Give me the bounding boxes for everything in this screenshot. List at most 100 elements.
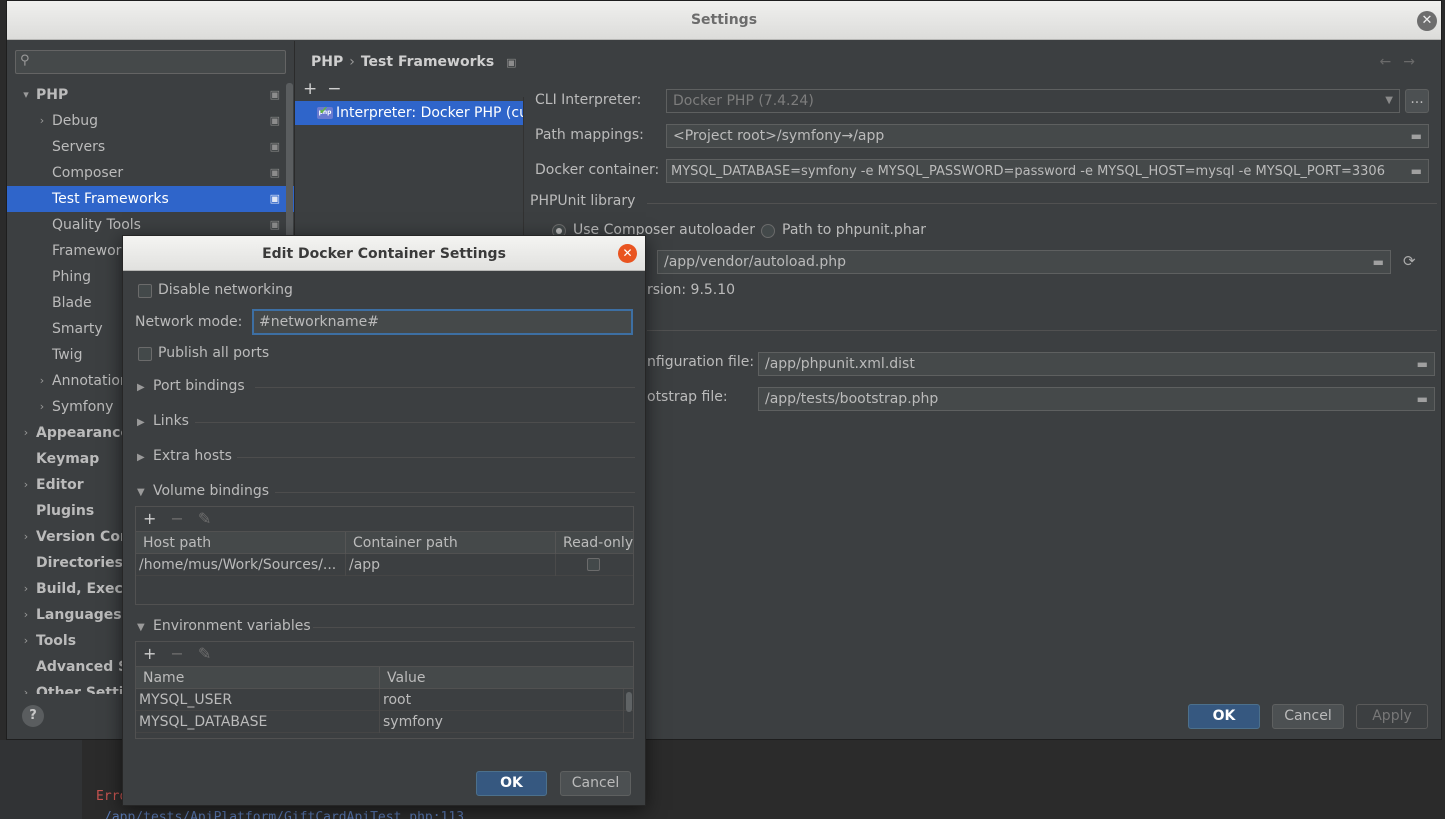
tree-item-label: Smarty [52, 321, 103, 337]
default-config-file-field[interactable]: /app/phpunit.xml.dist ▬ [758, 352, 1435, 376]
nav-arrows[interactable]: ←→ [1380, 54, 1427, 70]
autoloader-path-field[interactable]: /app/vendor/autoload.php ▬ [657, 250, 1391, 274]
remove-icon[interactable]: − [156, 509, 183, 528]
column-name[interactable]: Name [136, 667, 380, 689]
chevron-right-icon[interactable]: › [19, 576, 33, 602]
back-arrow-icon[interactable]: ← [1380, 54, 1404, 70]
table-row[interactable]: MYSQL_DATABASE symfony [136, 711, 633, 733]
chevron-right-icon[interactable]: › [19, 524, 33, 550]
path-to-phpunit-phar-radio[interactable] [761, 224, 775, 238]
path-to-phpunit-phar-label[interactable]: Path to phpunit.phar [782, 222, 926, 238]
chevron-right-icon[interactable]: › [35, 368, 49, 394]
tree-item-debug[interactable]: › Debug ▣ [7, 108, 294, 134]
ok-button[interactable]: OK [1188, 704, 1260, 729]
table-row[interactable]: /home/mus/Work/Sources/... /app [136, 554, 633, 576]
env-name-cell[interactable]: MYSQL_USER [136, 689, 380, 711]
error-file-link[interactable]: /app/tests/ApiPlatform/GiftCardApiTest.p… [104, 810, 464, 819]
settings-titlebar: Settings ✕ [7, 1, 1441, 40]
docker-container-field[interactable]: MYSQL_DATABASE=symfony -e MYSQL_PASSWORD… [666, 159, 1429, 183]
chevron-right-icon[interactable]: › [35, 108, 49, 134]
path-mappings-field[interactable]: <Project root>/symfony→/app ▬ [666, 124, 1429, 148]
host-path-cell[interactable]: /home/mus/Work/Sources/... [136, 554, 346, 576]
phpunit-library-title: PHPUnit library [530, 193, 636, 209]
folder-icon[interactable]: ▬ [1411, 160, 1422, 182]
table-row[interactable]: MYSQL_USER root [136, 689, 633, 711]
project-scope-icon: ▣ [506, 56, 517, 69]
tree-item-php[interactable]: ▾ PHP ▣ [7, 82, 294, 108]
cancel-button[interactable]: Cancel [1272, 704, 1344, 729]
project-scope-icon: ▣ [269, 140, 280, 153]
divider [275, 492, 635, 493]
cli-interpreter-browse-button[interactable]: ... [1405, 89, 1429, 113]
close-icon[interactable]: ✕ [1417, 11, 1437, 31]
apply-button[interactable]: Apply [1356, 704, 1428, 729]
forward-arrow-icon[interactable]: → [1403, 54, 1427, 70]
tree-item-label: PHP [36, 87, 69, 103]
tree-item-test-frameworks[interactable]: Test Frameworks ▣ [7, 186, 294, 212]
volume-bindings-toggle[interactable]: ▼ Volume bindings [137, 483, 269, 499]
cli-interpreter-select[interactable]: Docker PHP (7.4.24) ▼ [666, 89, 1400, 113]
chevron-right-icon[interactable]: › [19, 628, 33, 654]
env-table-scrollbar[interactable] [626, 692, 632, 712]
divider [255, 387, 635, 388]
interpreter-list-item[interactable]: php ✔ Interpreter: Docker PHP (current p… [295, 101, 523, 125]
divider [237, 457, 635, 458]
settings-search-input[interactable]: ⚲ [15, 50, 286, 74]
tree-item-label: Annotation [52, 373, 129, 389]
add-icon[interactable]: + [143, 509, 156, 528]
column-container-path[interactable]: Container path [346, 532, 556, 554]
tree-item-label: Directories [36, 555, 123, 571]
tree-item-label: Blade [52, 295, 92, 311]
editor-gutter [0, 740, 82, 819]
add-icon[interactable]: + [303, 79, 327, 99]
tree-item-composer[interactable]: Composer ▣ [7, 160, 294, 186]
remove-icon[interactable]: − [327, 79, 351, 99]
help-button[interactable]: ? [22, 705, 44, 727]
folder-icon[interactable]: ▬ [1417, 388, 1428, 410]
edit-icon[interactable]: ✎ [184, 509, 211, 528]
network-mode-input[interactable]: #networkname# [252, 309, 633, 335]
dialog-ok-button[interactable]: OK [476, 771, 547, 796]
extra-hosts-toggle[interactable]: ▶ Extra hosts [137, 448, 232, 464]
chevron-right-icon[interactable]: › [19, 602, 33, 628]
tree-item-servers[interactable]: Servers ▣ [7, 134, 294, 160]
disable-networking-label[interactable]: Disable networking [158, 282, 293, 298]
folder-icon[interactable]: ▬ [1373, 251, 1384, 273]
volume-table-toolbar: + − ✎ [136, 507, 633, 531]
env-value-cell[interactable]: symfony [380, 711, 624, 733]
add-icon[interactable]: + [143, 644, 156, 663]
chevron-right-icon[interactable]: › [19, 420, 33, 446]
refresh-icon[interactable]: ⟳ [1403, 252, 1416, 270]
tree-item-label: Appearance [36, 425, 130, 441]
folder-icon[interactable]: ▬ [1417, 353, 1428, 375]
checkmark-icon: ✔ [319, 104, 329, 117]
disable-networking-checkbox[interactable] [138, 284, 152, 298]
read-only-checkbox[interactable] [587, 558, 600, 571]
chevron-down-icon[interactable]: ▾ [19, 82, 33, 108]
environment-variables-toggle[interactable]: ▼ Environment variables [137, 618, 311, 634]
docker-container-label: Docker container: [535, 162, 660, 178]
links-toggle[interactable]: ▶ Links [137, 413, 189, 429]
column-host-path[interactable]: Host path [136, 532, 346, 554]
env-name-cell[interactable]: MYSQL_DATABASE [136, 711, 380, 733]
chevron-right-icon[interactable]: › [35, 394, 49, 420]
port-bindings-toggle[interactable]: ▶ Port bindings [137, 378, 245, 394]
port-bindings-label: Port bindings [153, 378, 245, 394]
publish-all-ports-label[interactable]: Publish all ports [158, 345, 269, 361]
remove-icon[interactable]: − [156, 644, 183, 663]
env-value-cell[interactable]: root [380, 689, 624, 711]
column-read-only[interactable]: Read-only [556, 532, 635, 554]
dialog-close-icon[interactable]: ✕ [618, 244, 637, 263]
interpreter-item-label: Interpreter: Docker PHP (current project… [336, 105, 523, 121]
edit-icon[interactable]: ✎ [184, 644, 211, 663]
network-mode-label: Network mode: [135, 314, 243, 330]
default-bootstrap-file-field[interactable]: /app/tests/bootstrap.php ▬ [758, 387, 1435, 411]
dialog-cancel-button[interactable]: Cancel [560, 771, 631, 796]
folder-icon[interactable]: ▬ [1411, 125, 1422, 147]
chevron-right-icon[interactable]: › [19, 472, 33, 498]
container-path-cell[interactable]: /app [346, 554, 556, 576]
read-only-cell[interactable] [556, 554, 635, 576]
publish-all-ports-checkbox[interactable] [138, 347, 152, 361]
column-value[interactable]: Value [380, 667, 633, 689]
chevron-right-icon[interactable]: › [19, 680, 33, 694]
